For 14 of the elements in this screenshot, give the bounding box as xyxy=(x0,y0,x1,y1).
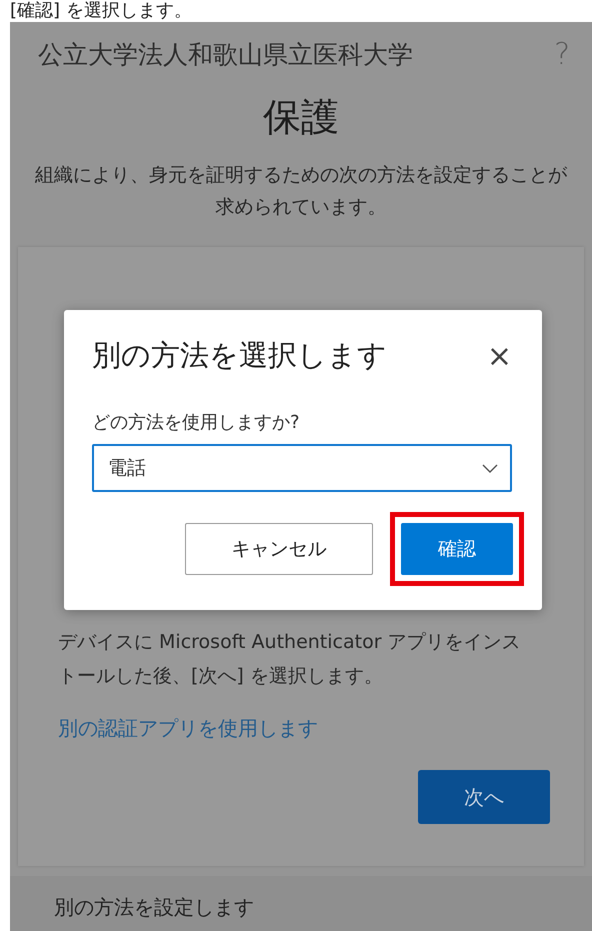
method-select[interactable]: 電話 xyxy=(92,444,512,492)
intro-text: 組織により、身元を証明するための次の方法を設定することが求められています。 xyxy=(34,163,568,220)
instructions-text: デバイスに Microsoft Authenticator アプリをインストールした後、[次へ] を選択します。 xyxy=(58,630,522,689)
dialog-title: 別の方法を選択します xyxy=(92,337,387,374)
question-label: どの方法を使用しますか? xyxy=(92,411,301,434)
page-title: 保護 xyxy=(262,94,340,141)
instruction-caption: [確認] を選択します。 xyxy=(9,0,193,22)
next-button[interactable]: 次へ xyxy=(418,770,550,824)
chevron-down-icon xyxy=(482,464,498,472)
other-method-link[interactable]: 別の方法を設定します xyxy=(54,895,254,919)
confirm-button[interactable]: 確認 xyxy=(401,523,513,575)
organization-name: 公立大学法人和歌山県立医科大学 xyxy=(38,38,413,70)
close-button[interactable]: × xyxy=(486,338,512,374)
cancel-button[interactable]: キャンセル xyxy=(185,523,373,575)
